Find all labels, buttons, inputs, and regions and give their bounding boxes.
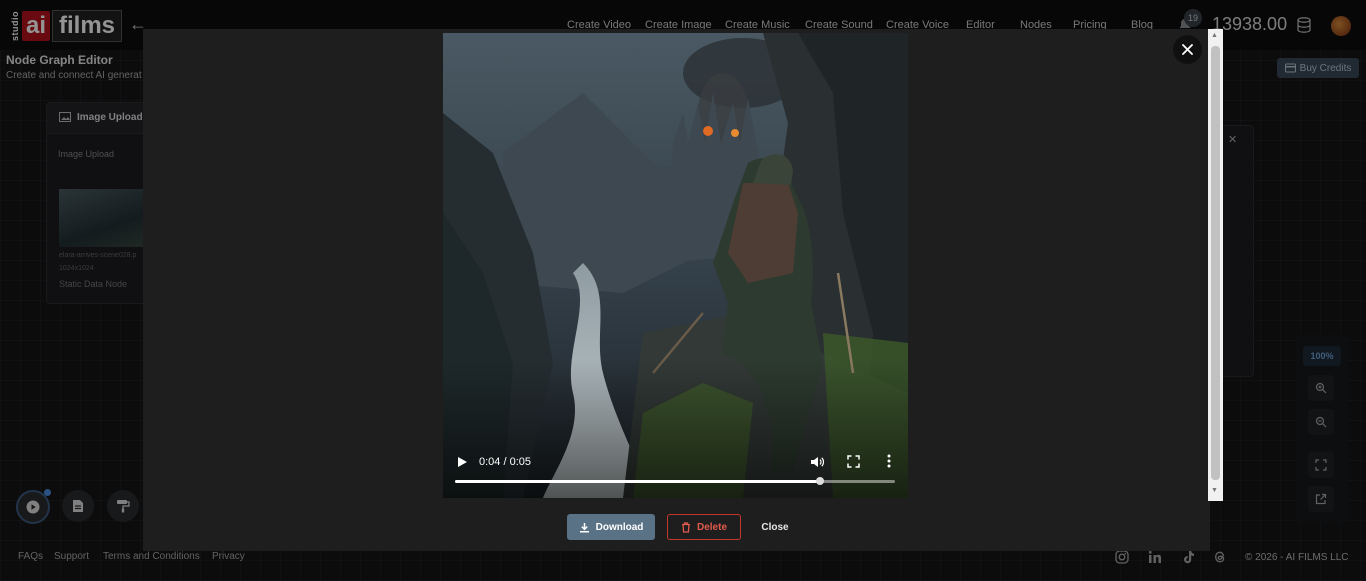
delete-button[interactable]: Delete <box>667 514 741 540</box>
close-button[interactable]: Close <box>754 514 796 540</box>
scroll-up-arrow-icon[interactable]: ▲ <box>1211 32 1218 39</box>
modal-close-button[interactable] <box>1173 35 1202 64</box>
video-progress-fill <box>455 480 821 483</box>
play-icon[interactable] <box>455 455 469 469</box>
close-icon <box>1182 44 1193 55</box>
more-options-icon[interactable] <box>887 454 891 468</box>
video-player[interactable] <box>443 33 908 498</box>
delete-label: Delete <box>696 521 727 533</box>
video-time: 0:04 / 0:05 <box>479 456 531 468</box>
fullscreen-icon[interactable] <box>847 455 860 468</box>
video-progress-bar[interactable] <box>455 477 895 485</box>
scrollbar-thumb[interactable] <box>1211 46 1220 480</box>
close-label: Close <box>761 521 789 533</box>
download-icon <box>579 522 589 532</box>
download-label: Download <box>595 521 644 533</box>
download-button[interactable]: Download <box>567 514 655 540</box>
volume-icon[interactable] <box>810 455 824 469</box>
trash-icon <box>681 521 690 533</box>
scroll-down-arrow-icon[interactable]: ▼ <box>1211 487 1218 494</box>
video-frame <box>443 33 908 498</box>
